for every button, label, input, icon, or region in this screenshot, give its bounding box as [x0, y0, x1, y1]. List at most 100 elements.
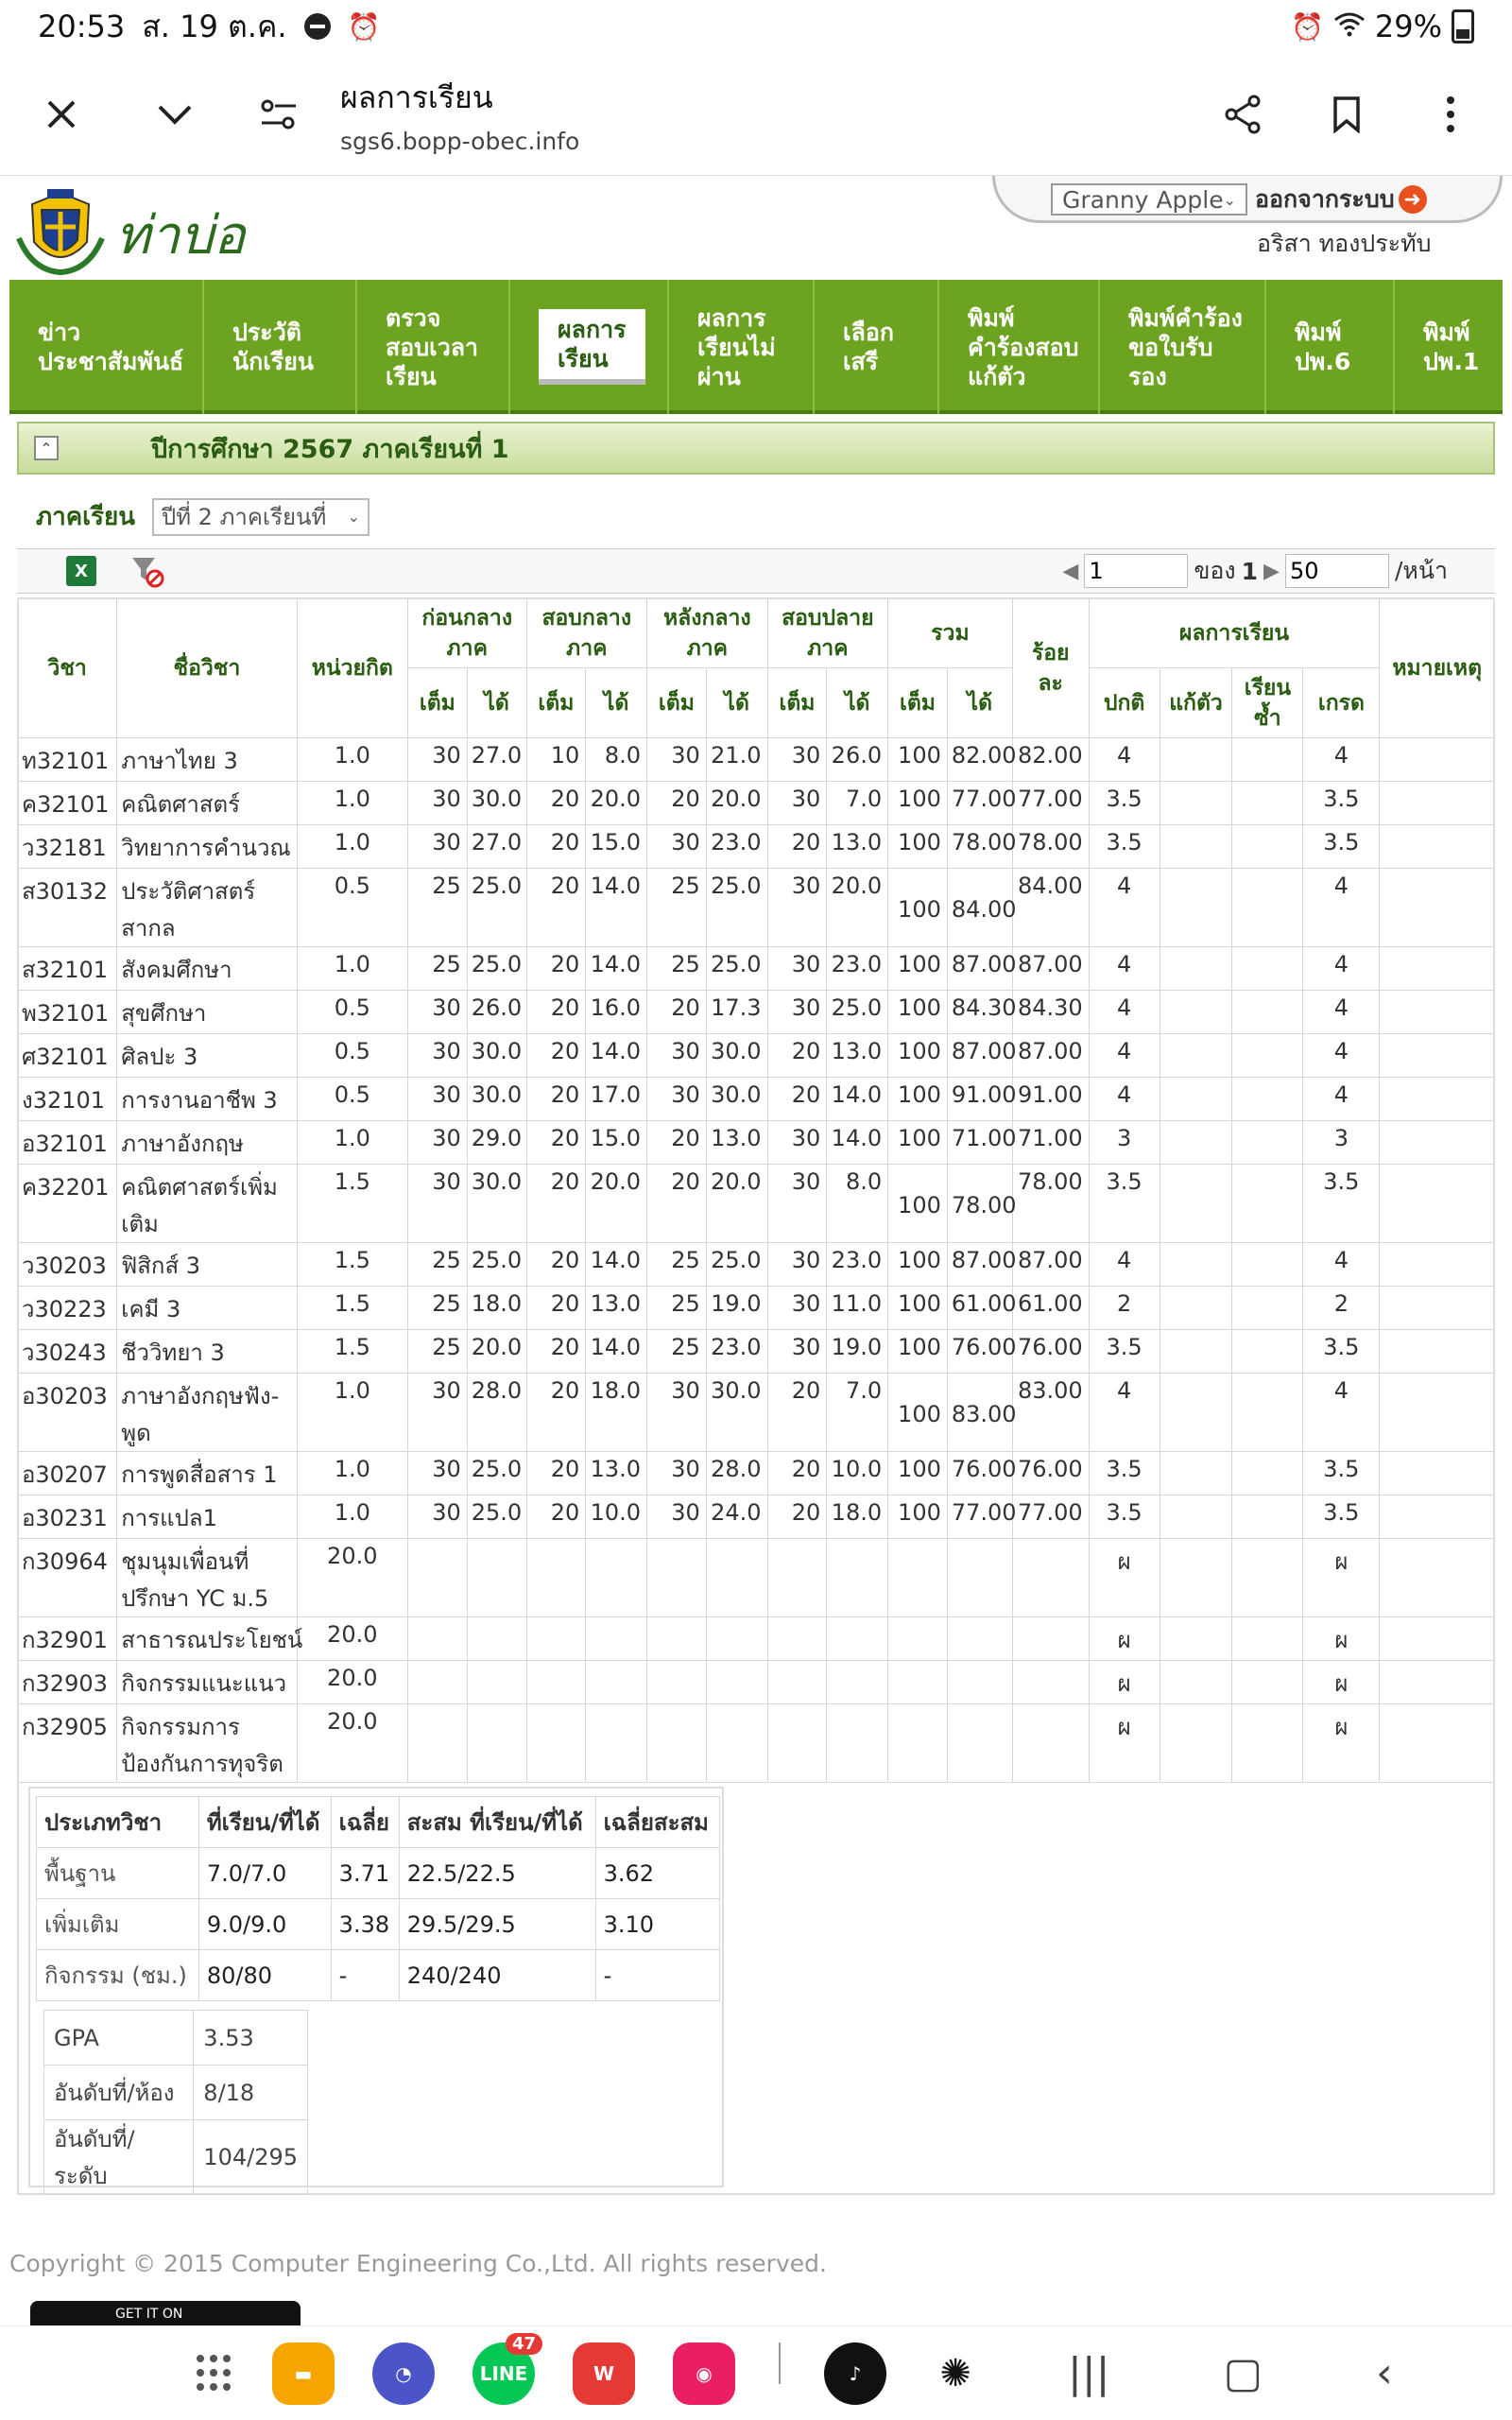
home-icon[interactable]: ▢: [1223, 2349, 1263, 2397]
mid-got: 16.0: [585, 990, 648, 1034]
result-repeat: [1231, 781, 1304, 825]
note: [1379, 1495, 1495, 1539]
credit: 1.0: [296, 781, 408, 825]
result-normal: 2: [1088, 1286, 1160, 1330]
nav-item-student-profile[interactable]: ประวัติ นักเรียน: [204, 280, 357, 414]
credit: 1.5: [296, 1329, 408, 1374]
result-repeat: [1231, 990, 1304, 1034]
close-icon[interactable]: [28, 81, 94, 147]
next-page-icon[interactable]: ▶: [1263, 560, 1280, 583]
recent-apps-icon[interactable]: |||: [1068, 2349, 1109, 2397]
final-got: 7.0: [826, 781, 889, 825]
clock-app-icon[interactable]: ◔: [372, 2342, 435, 2405]
tiktok-app-icon[interactable]: ♪: [824, 2342, 886, 2405]
grade: 3: [1302, 1120, 1381, 1165]
final-full: 30: [766, 1329, 828, 1374]
nav-item-print-pp6[interactable]: พิมพ์ ปพ.6: [1266, 280, 1395, 414]
pre-mid-full: 30: [406, 1451, 468, 1495]
site-settings-icon[interactable]: [246, 81, 312, 147]
mid-got: 15.0: [585, 824, 648, 869]
more-options-icon[interactable]: [1418, 81, 1484, 147]
pre-mid-got: 30.0: [466, 1077, 527, 1121]
nav-item-grades-label: ผลการ เรียน: [539, 309, 645, 385]
per-page-input[interactable]: [1284, 554, 1389, 588]
pre-mid-got: 30.0: [466, 1164, 527, 1243]
app-drawer-icon[interactable]: [197, 2354, 234, 2393]
excel-export-icon[interactable]: X: [66, 556, 96, 586]
table-row: ง32101 การงานอาชีพ 3 0.5 30 30.0 20 17.0 30 30.0…: [16, 1077, 1495, 1121]
wps-office-app-icon[interactable]: W: [573, 2342, 635, 2405]
total-got: 77.00: [946, 781, 1017, 825]
page-input[interactable]: [1084, 554, 1189, 588]
nav-item-print-retest[interactable]: พิมพ์ คำร้องสอบ แก้ตัว: [939, 280, 1100, 414]
note: [1379, 1242, 1495, 1287]
post-mid-got: [705, 1538, 768, 1617]
nav-item-failed-subjects[interactable]: ผลการ เรียนไม่ ผ่าน: [669, 280, 815, 414]
nav-item-news[interactable]: ข่าว ประชาสัมพันธ์: [9, 280, 204, 414]
mid-full: 20: [525, 1495, 587, 1539]
pre-mid-got: 18.0: [466, 1286, 527, 1330]
semester-select[interactable]: ปีที่ 2 ภาคเรียนที่ ⌄: [152, 497, 369, 536]
alarm-icon: ⏰: [1291, 10, 1324, 43]
total-got: 76.00: [946, 1451, 1017, 1495]
post-mid-full: [646, 1616, 707, 1661]
share-icon[interactable]: [1210, 81, 1276, 147]
prev-page-icon[interactable]: ◀: [1062, 560, 1078, 583]
subject-code: ว30203: [16, 1242, 118, 1287]
logout-button[interactable]: ออกจากระบบ ➜: [1255, 183, 1427, 216]
theme-select[interactable]: Granny Apple ⌄: [1051, 183, 1247, 216]
total-got: 84.30: [946, 990, 1017, 1034]
chevron-down-icon[interactable]: [142, 81, 208, 147]
col-header-total: รวม: [887, 597, 1013, 668]
result-retest: [1159, 1164, 1233, 1243]
result-normal: 4: [1088, 1077, 1160, 1121]
copyright: Copyright © 2015 Computer Engineering Co…: [9, 2250, 827, 2277]
subject-code: ศ32101: [16, 1033, 118, 1078]
col-header-got: ได้: [826, 667, 889, 738]
theme-select-value: Granny Apple: [1062, 185, 1224, 214]
post-mid-full: 20: [646, 1120, 707, 1165]
subject-name: สาธารณประโยชน์: [116, 1616, 302, 1661]
note: [1379, 824, 1495, 869]
page-url[interactable]: sgs6.bopp-obec.info: [340, 128, 579, 155]
subject-name: เคมี 3: [116, 1286, 298, 1330]
collapse-icon[interactable]: ⌃: [34, 436, 59, 460]
total-got: 78.00: [946, 824, 1017, 869]
mid-got: 14.0: [585, 1033, 648, 1078]
back-icon[interactable]: ‹: [1376, 2349, 1393, 2397]
grades-table: วิชา ชื่อวิชา หน่วยกิต ก่อนกลาง ภาค สอบก…: [16, 597, 1495, 1783]
bookmark-icon[interactable]: [1314, 81, 1380, 147]
nav-item-electives[interactable]: เลือก เสรี: [815, 280, 939, 414]
credit: 1.5: [296, 1164, 408, 1243]
total-full: 100: [887, 1286, 948, 1330]
line-app-icon[interactable]: LINE 47: [472, 2332, 542, 2405]
note: [1379, 1703, 1495, 1783]
term-header: ⌃ ปีการศึกษา 2567 ภาคเรียนที่ 1: [17, 422, 1495, 475]
final-full: 30: [766, 1242, 828, 1287]
total-got: [946, 1703, 1013, 1783]
clear-filter-icon[interactable]: [130, 554, 164, 588]
chatgpt-app-icon[interactable]: ✺: [924, 2342, 987, 2405]
camera-app-icon[interactable]: ◉: [673, 2342, 735, 2405]
result-normal: 4: [1088, 1242, 1160, 1287]
files-app-icon[interactable]: ▬: [272, 2342, 335, 2405]
subject-code: อ30207: [16, 1451, 118, 1495]
mid-full: [525, 1660, 587, 1704]
app-dock: ▬ ◔ LINE 47 W ◉ ♪ ✺: [272, 2332, 987, 2405]
nav-item-attendance[interactable]: ตรวจ สอบเวลา เรียน: [357, 280, 510, 414]
nav-item-print-pp1[interactable]: พิมพ์ ปพ.1: [1395, 280, 1503, 414]
subject-name: การงานอาชีพ 3: [116, 1077, 298, 1121]
nav-item-grades[interactable]: ผลการ เรียน: [510, 280, 669, 414]
mid-got: 13.0: [585, 1451, 648, 1495]
subject-code: ว30223: [16, 1286, 118, 1330]
subject-code: ง32101: [16, 1077, 118, 1121]
final-got: 10.0: [826, 1451, 889, 1495]
mid-got: [585, 1703, 648, 1783]
result-normal: 4: [1088, 737, 1160, 782]
post-mid-full: 25: [646, 1242, 707, 1287]
nav-item-print-certificate[interactable]: พิมพ์คำร้อง ขอใบรับ รอง: [1100, 280, 1266, 414]
table-row: อ30231 การแปล1 1.0 30 25.0 20 10.0 30 24.0 20 18.0…: [16, 1495, 1495, 1539]
result-retest: [1159, 1616, 1233, 1661]
credit: 1.0: [296, 824, 408, 869]
table-row: ค32201 คณิตศาสตร์เพิ่มเติม 1.5 30 30.0 20 20.0…: [16, 1164, 1495, 1243]
